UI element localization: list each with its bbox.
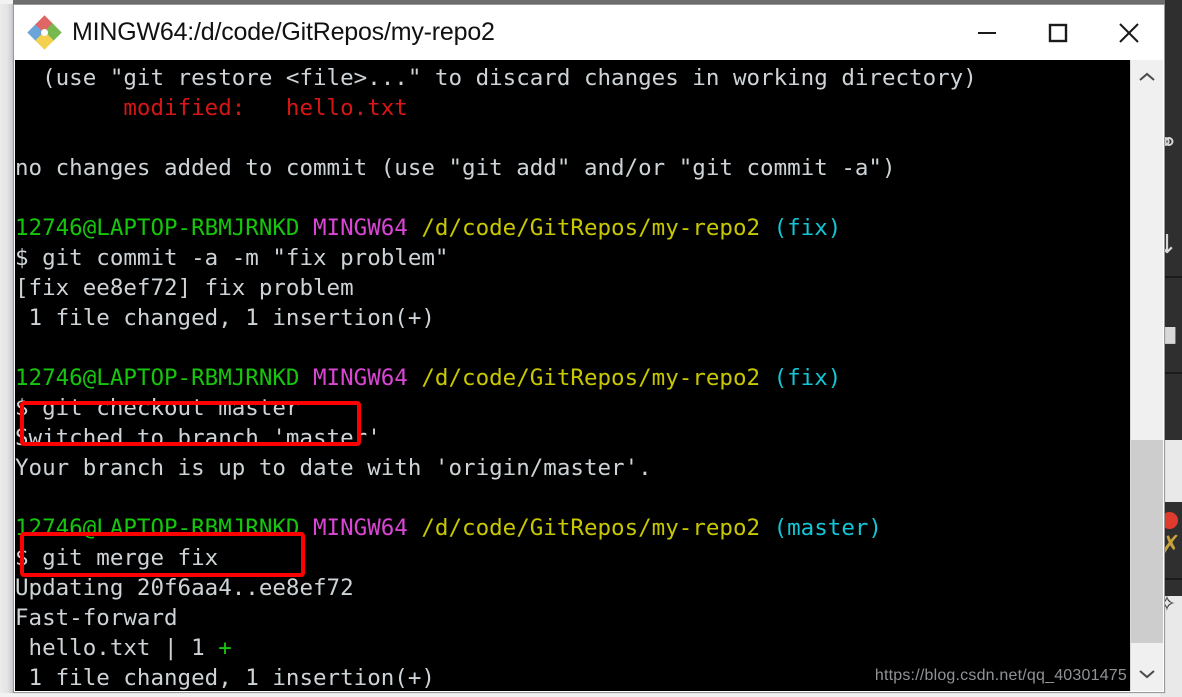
scroll-down-button[interactable] [1131,657,1163,691]
scroll-up-button[interactable] [1131,60,1163,94]
terminal-line: (use "git restore <file>..." to discard … [15,63,1129,93]
terminal-line: 12746@LAPTOP-RBMJRNKD MINGW64 /d/code/Gi… [15,363,1129,393]
git-bash-icon [27,14,62,50]
terminal-line: hello.txt | 1 + [15,633,1129,663]
terminal-span: (fix) [773,365,842,391]
maximize-button[interactable] [1022,5,1093,60]
terminal-span: MINGW64 [313,515,422,541]
terminal-span: 12746@LAPTOP-RBMJRNKD [15,515,314,541]
terminal-line: modified: hello.txt [15,93,1129,123]
terminal-span: MINGW64 [313,365,422,391]
title-bar[interactable]: MINGW64:/d/code/GitRepos/my-repo2 [14,5,1164,60]
terminal-span: 1 file changed, 1 insertion(+) [15,665,435,691]
terminal-span: MINGW64 [313,215,422,241]
terminal-span: /d/code/GitRepos/my-repo2 [421,215,774,241]
terminal-span: hello.txt | 1 [15,635,219,661]
terminal-span: no changes added to commit (use "git add… [15,155,896,181]
terminal-line: $ git commit -a -m "fix problem" [15,243,1129,273]
terminal-text: (use "git restore <file>..." to discard … [15,60,1129,691]
window-left-shadow [0,4,13,693]
terminal-span: (use "git restore <file>..." to discard … [15,65,977,91]
window-title: MINGW64:/d/code/GitRepos/my-repo2 [72,18,495,46]
terminal-line: Fast-forward [15,603,1129,633]
terminal-span: [fix ee8ef72] fix problem [15,275,354,301]
terminal-line: 12746@LAPTOP-RBMJRNKD MINGW64 /d/code/Gi… [15,213,1129,243]
minimize-button[interactable] [951,5,1022,60]
terminal-span: $ git commit -a -m "fix problem" [15,245,449,271]
terminal-line: 1 file changed, 1 insertion(+) [15,303,1129,333]
terminal-span: (master) [773,515,882,541]
scrollbar-thumb[interactable] [1131,440,1163,643]
close-button[interactable] [1093,5,1164,60]
terminal-span: Your branch is up to date with 'origin/m… [15,455,652,481]
terminal-line: no changes added to commit (use "git add… [15,153,1129,183]
terminal-span: Switched to branch 'master' [15,425,381,451]
watermark-text: https://blog.csdn.net/qq_40301475 [874,667,1127,684]
terminal-span: (fix) [773,215,842,241]
terminal-span: + [218,635,232,661]
terminal-span: $ git merge fix [15,545,219,571]
terminal-span: $ git checkout master [15,395,300,421]
terminal-span: Fast-forward [15,605,178,631]
window-controls [951,5,1164,60]
terminal-span: /d/code/GitRepos/my-repo2 [421,515,774,541]
terminal-span: 12746@LAPTOP-RBMJRNKD [15,215,314,241]
terminal-span: /d/code/GitRepos/my-repo2 [421,365,774,391]
terminal-span: 12746@LAPTOP-RBMJRNKD [15,365,314,391]
terminal-line: $ git checkout master [15,393,1129,423]
terminal-line: Switched to branch 'master' [15,423,1129,453]
terminal-span: Updating 20f6aa4..ee8ef72 [15,575,354,601]
terminal-span: 1 file changed, 1 insertion(+) [15,305,435,331]
vertical-scrollbar[interactable] [1130,60,1163,691]
terminal-line: $ git merge fix [15,543,1129,573]
terminal-line: [fix ee8ef72] fix problem [15,273,1129,303]
terminal-line: Your branch is up to date with 'origin/m… [15,453,1129,483]
git-bash-window: MINGW64:/d/code/GitRepos/my-repo2 (use "… [13,4,1165,693]
terminal-line: Updating 20f6aa4..ee8ef72 [15,573,1129,603]
terminal-span: modified: hello.txt [15,95,408,121]
terminal-line: 12746@LAPTOP-RBMJRNKD MINGW64 /d/code/Gi… [15,513,1129,543]
terminal-output-area[interactable]: (use "git restore <file>..." to discard … [15,60,1163,691]
